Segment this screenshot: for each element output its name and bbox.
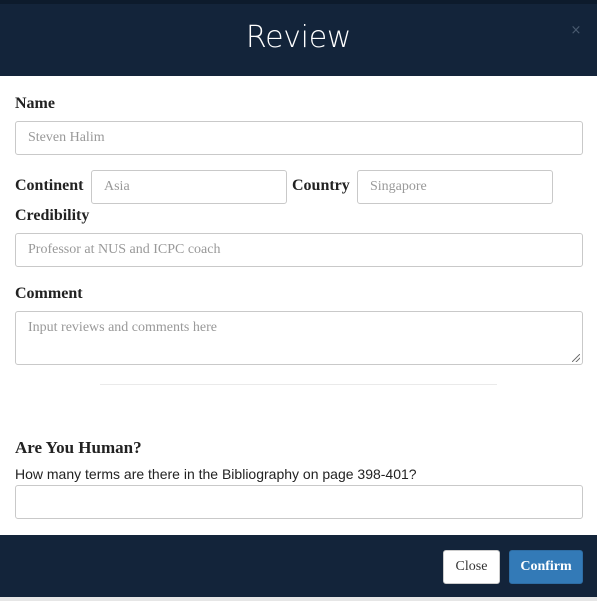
modal-footer [0, 535, 597, 597]
name-label: Name [15, 95, 55, 112]
credibility-input[interactable]: Professor at NUS and ICPC coach [15, 233, 583, 267]
confirm-button[interactable]: Confirm [509, 550, 583, 584]
close-icon[interactable]: × [569, 24, 583, 38]
resize-handle-icon[interactable] [572, 354, 580, 362]
modal-header: Review × [0, 0, 597, 76]
comment-label: Comment [15, 285, 83, 302]
captcha-heading: Are You Human? [15, 438, 142, 457]
review-modal: Review × Name Steven Halim Continent Asi… [0, 0, 597, 601]
comment-placeholder: Input reviews and comments here [28, 320, 217, 335]
comment-textarea[interactable]: Input reviews and comments here [15, 311, 583, 365]
close-button[interactable]: Close [443, 550, 500, 584]
captcha-answer-input[interactable] [15, 485, 583, 519]
continent-label: Continent [15, 177, 84, 194]
continent-input[interactable]: Asia [91, 170, 287, 204]
name-input[interactable]: Steven Halim [15, 121, 583, 155]
footer-bottom-edge [0, 597, 597, 601]
credibility-label: Credibility [15, 207, 90, 224]
country-label: Country [292, 177, 350, 194]
captcha-question: How many terms are there in the Bibliogr… [15, 466, 417, 482]
country-input[interactable]: Singapore [357, 170, 553, 204]
modal-title: Review [245, 20, 352, 55]
section-divider [100, 384, 497, 385]
